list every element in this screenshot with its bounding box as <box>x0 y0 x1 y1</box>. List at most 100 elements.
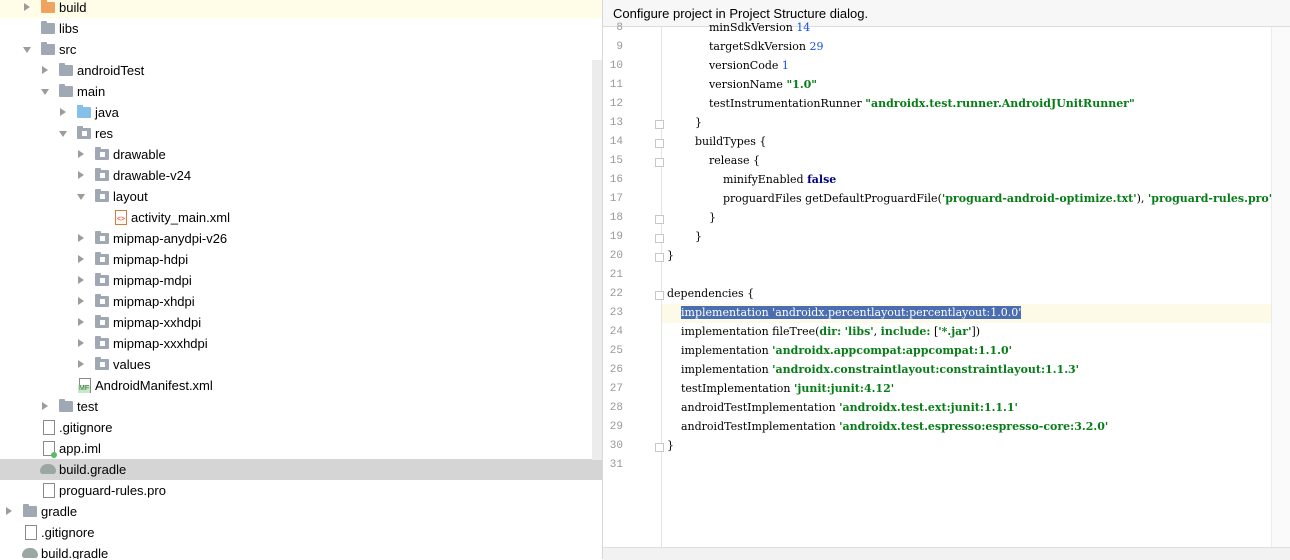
expand-arrow-icon[interactable] <box>78 318 84 326</box>
code-line[interactable]: release { <box>667 154 760 167</box>
code-line[interactable]: versionName "1.0" <box>667 78 817 91</box>
xml-file-icon <box>115 210 127 225</box>
code-line[interactable]: implementation fileTree(dir: 'libs', inc… <box>667 325 980 338</box>
code-line[interactable]: androidTestImplementation 'androidx.test… <box>667 401 1018 414</box>
expand-arrow-icon[interactable] <box>24 3 30 11</box>
tree-item-app-iml[interactable]: app.iml <box>0 438 602 459</box>
code-line[interactable]: buildTypes { <box>667 135 766 148</box>
tree-item-java[interactable]: java <box>0 102 602 123</box>
tree-item-androidtest[interactable]: androidTest <box>0 60 602 81</box>
code-line[interactable]: } <box>667 249 674 262</box>
tree-item-proguard-rules[interactable]: proguard-rules.pro <box>0 480 602 501</box>
folder-icon <box>95 147 109 160</box>
tree-item-src[interactable]: src <box>0 39 602 60</box>
tree-item-mipmap-hdpi[interactable]: mipmap-hdpi <box>0 249 602 270</box>
code-line[interactable]: minSdkVersion 14 <box>667 21 810 34</box>
expand-arrow-icon[interactable] <box>78 276 84 284</box>
code-line[interactable]: versionCode 1 <box>667 59 789 72</box>
tree-item-label: .gitignore <box>41 525 95 540</box>
line-number: 14 <box>609 136 623 148</box>
line-number: 20 <box>609 250 623 262</box>
tree-item-label: build.gradle <box>41 546 109 559</box>
collapse-arrow-icon[interactable] <box>77 194 85 200</box>
line-number: 18 <box>609 212 623 224</box>
code-line[interactable]: minifyEnabled false <box>667 173 836 186</box>
line-number: 23 <box>609 307 623 319</box>
code-line[interactable]: implementation 'androidx.appcompat:appco… <box>667 344 1012 357</box>
editor-scrollbar[interactable] <box>1271 27 1290 547</box>
expand-arrow-icon[interactable] <box>42 402 48 410</box>
tree-item-label: mipmap-mdpi <box>113 273 192 288</box>
tree-item-root-gitignore[interactable]: .gitignore <box>0 522 602 543</box>
fold-marker-icon[interactable] <box>655 234 664 243</box>
tree-item-libs[interactable]: libs <box>0 18 602 39</box>
collapse-arrow-icon[interactable] <box>23 47 31 53</box>
tree-item-root-build-gradle[interactable]: build.gradle <box>0 543 602 559</box>
tree-item-label: AndroidManifest.xml <box>95 378 213 393</box>
fold-marker-icon[interactable] <box>655 253 664 262</box>
fold-marker-icon[interactable] <box>655 443 664 452</box>
expand-arrow-icon[interactable] <box>78 234 84 242</box>
code-line[interactable]: proguardFiles getDefaultProguardFile('pr… <box>667 192 1272 205</box>
code-line[interactable]: testInstrumentationRunner "androidx.test… <box>667 97 1135 110</box>
tree-item-label: mipmap-xxxhdpi <box>113 336 208 351</box>
folder-icon <box>95 231 109 244</box>
code-line[interactable]: } <box>667 211 716 224</box>
tree-item-layout[interactable]: layout <box>0 186 602 207</box>
collapse-arrow-icon[interactable] <box>41 89 49 95</box>
tree-item-test[interactable]: test <box>0 396 602 417</box>
code-line[interactable]: androidTestImplementation 'androidx.test… <box>667 420 1108 433</box>
expand-arrow-icon[interactable] <box>42 66 48 74</box>
tree-item-mipmap-anydpi-v26[interactable]: mipmap-anydpi-v26 <box>0 228 602 249</box>
fold-marker-icon[interactable] <box>655 291 664 300</box>
tree-item-mipmap-xhdpi[interactable]: mipmap-xhdpi <box>0 291 602 312</box>
code-line[interactable]: implementation 'androidx.constraintlayou… <box>667 363 1079 376</box>
expand-arrow-icon[interactable] <box>78 255 84 263</box>
folder-icon <box>59 84 73 97</box>
tree-item-androidmanifest-xml[interactable]: AndroidManifest.xml <box>0 375 602 396</box>
line-number: 12 <box>609 98 623 110</box>
tree-item-label: .gitignore <box>59 420 113 435</box>
code-editor[interactable]: Configure project in Project Structure d… <box>602 0 1290 560</box>
fold-marker-icon[interactable] <box>655 215 664 224</box>
expand-arrow-icon[interactable] <box>60 108 66 116</box>
tree-item-mipmap-mdpi[interactable]: mipmap-mdpi <box>0 270 602 291</box>
expand-arrow-icon[interactable] <box>6 507 12 515</box>
code-line[interactable]: } <box>667 230 702 243</box>
tree-item-gitignore[interactable]: .gitignore <box>0 417 602 438</box>
expand-arrow-icon[interactable] <box>78 171 84 179</box>
tree-item-values[interactable]: values <box>0 354 602 375</box>
tree-item-gradle[interactable]: gradle <box>0 501 602 522</box>
fold-marker-icon[interactable] <box>655 158 664 167</box>
source-folder-icon <box>77 105 91 118</box>
code-line[interactable]: implementation 'androidx.percentlayout:p… <box>667 306 1022 319</box>
tree-item-label: build.gradle <box>59 462 127 477</box>
code-line[interactable]: targetSdkVersion 29 <box>667 40 824 53</box>
fold-marker-icon[interactable] <box>655 139 664 148</box>
tree-item-drawable[interactable]: drawable <box>0 144 602 165</box>
code-line[interactable]: } <box>667 116 702 129</box>
tree-item-main[interactable]: main <box>0 81 602 102</box>
tree-item-label: build <box>59 0 87 15</box>
code-line[interactable]: } <box>667 439 674 452</box>
tree-item-mipmap-xxxhdpi[interactable]: mipmap-xxxhdpi <box>0 333 602 354</box>
tree-item-mipmap-xxhdpi[interactable]: mipmap-xxhdpi <box>0 312 602 333</box>
expand-arrow-icon[interactable] <box>78 360 84 368</box>
file-icon <box>43 420 55 435</box>
code-line[interactable]: dependencies { <box>667 287 754 300</box>
tree-item-label: app.iml <box>59 441 101 456</box>
tree-scrollbar[interactable] <box>592 60 602 460</box>
tree-item-res[interactable]: res <box>0 123 602 144</box>
tree-item-activity-main-xml[interactable]: activity_main.xml <box>0 207 602 228</box>
tree-item-label: test <box>77 399 98 414</box>
expand-arrow-icon[interactable] <box>78 150 84 158</box>
code-line[interactable]: testImplementation 'junit:junit:4.12' <box>667 382 894 395</box>
tree-item-drawable-v24[interactable]: drawable-v24 <box>0 165 602 186</box>
fold-marker-icon[interactable] <box>655 120 664 129</box>
tree-item-build[interactable]: build <box>0 0 602 18</box>
expand-arrow-icon[interactable] <box>78 339 84 347</box>
tree-item-build-gradle[interactable]: build.gradle <box>0 459 602 480</box>
expand-arrow-icon[interactable] <box>78 297 84 305</box>
collapse-arrow-icon[interactable] <box>59 131 67 137</box>
tree-item-label: layout <box>113 189 148 204</box>
